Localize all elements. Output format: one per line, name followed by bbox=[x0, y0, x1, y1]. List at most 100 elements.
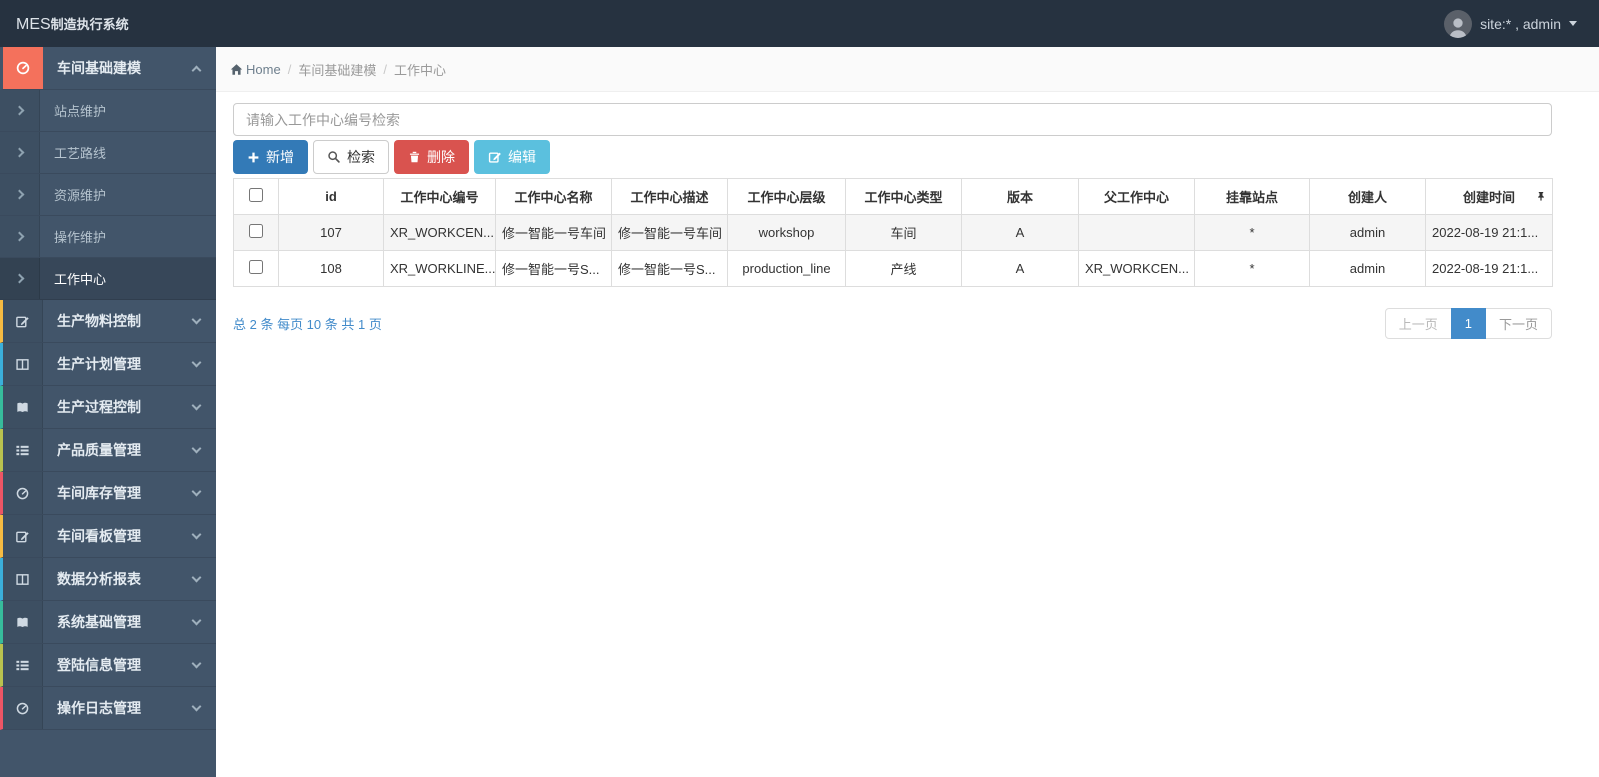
sidebar-item-label: 车间库存管理 bbox=[57, 485, 141, 501]
sidebar-item-label: 车间看板管理 bbox=[57, 528, 141, 544]
chevron-down-icon bbox=[191, 644, 216, 686]
sidebar-item-label: 生产过程控制 bbox=[57, 399, 141, 415]
chevron-down-icon bbox=[191, 472, 216, 514]
edit-icon bbox=[488, 152, 501, 163]
column-header-id: id bbox=[278, 178, 384, 215]
cell-code: XR_WORKLINE... bbox=[383, 250, 496, 287]
user-menu[interactable]: site:* , admin bbox=[1444, 9, 1599, 38]
sidebar-item-inventory-management[interactable]: 车间库存管理 bbox=[0, 472, 216, 515]
cell-type: 产线 bbox=[845, 250, 962, 287]
pin-icon[interactable] bbox=[1536, 189, 1546, 204]
sidebar-item-label: 生产计划管理 bbox=[57, 356, 141, 372]
sidebar-item-quality-management[interactable]: 产品质量管理 bbox=[0, 429, 216, 472]
person-icon bbox=[1449, 17, 1467, 38]
select-all-checkbox[interactable] bbox=[249, 188, 263, 202]
column-header-parent: 父工作中心 bbox=[1078, 178, 1195, 215]
sidebar-subitem-process-route[interactable]: 工艺路线 bbox=[0, 132, 216, 174]
home-icon bbox=[230, 63, 243, 75]
cell-id: 107 bbox=[278, 214, 384, 251]
edit-icon bbox=[3, 515, 43, 557]
column-header-desc: 工作中心描述 bbox=[611, 178, 728, 215]
column-header-creator: 创建人 bbox=[1309, 178, 1426, 215]
search-input[interactable] bbox=[233, 103, 1552, 136]
sidebar-item-label: 产品质量管理 bbox=[57, 442, 141, 458]
chevron-right-icon bbox=[0, 216, 40, 257]
column-header-name: 工作中心名称 bbox=[495, 178, 612, 215]
book-icon bbox=[3, 601, 43, 643]
cell-version: A bbox=[961, 214, 1079, 251]
cell-name: 修一智能一号S... bbox=[495, 250, 612, 287]
delete-button-label: 删除 bbox=[427, 149, 455, 165]
sidebar-item-login-info-management[interactable]: 登陆信息管理 bbox=[0, 644, 216, 687]
breadcrumb-item-workshop-modeling[interactable]: 车间基础建模 bbox=[298, 60, 376, 79]
sidebar-submenu: 站点维护 工艺路线 资源维护 操作维护 工作中心 bbox=[0, 90, 216, 300]
pager: 上一页 1 下一页 bbox=[1384, 308, 1552, 339]
cell-version: A bbox=[961, 250, 1079, 287]
sidebar-item-operation-log-management[interactable]: 操作日志管理 bbox=[0, 687, 216, 730]
dashboard-icon bbox=[3, 472, 43, 514]
sidebar-item-label: 生产物料控制 bbox=[57, 313, 141, 329]
chevron-down-icon bbox=[191, 343, 216, 385]
chevron-right-icon bbox=[0, 258, 40, 299]
app-logo[interactable]: MES制造执行系统 bbox=[0, 14, 216, 34]
sidebar-subitem-label: 资源维护 bbox=[54, 188, 107, 203]
sidebar-item-label: 车间基础建模 bbox=[57, 60, 141, 76]
sidebar-item-workshop-modeling[interactable]: 车间基础建模 bbox=[0, 47, 216, 90]
chevron-down-icon bbox=[191, 687, 216, 729]
user-label: site:* , admin bbox=[1480, 15, 1561, 32]
cell-name: 修一智能一号车间 bbox=[495, 214, 612, 251]
sidebar-item-label: 登陆信息管理 bbox=[57, 657, 141, 673]
cell-creator: admin bbox=[1309, 250, 1426, 287]
chevron-down-icon bbox=[1569, 21, 1577, 26]
sidebar-subitem-resource-maintenance[interactable]: 资源维护 bbox=[0, 174, 216, 216]
column-header-level: 工作中心层级 bbox=[727, 178, 846, 215]
table-header-row: id 工作中心编号 工作中心名称 工作中心描述 工作中心层级 工作中心类型 版本… bbox=[233, 178, 1553, 215]
sidebar-item-board-management[interactable]: 车间看板管理 bbox=[0, 515, 216, 558]
sidebar-subitem-work-center[interactable]: 工作中心 bbox=[0, 258, 216, 300]
sidebar-item-material-control[interactable]: 生产物料控制 bbox=[0, 300, 216, 343]
row-checkbox[interactable] bbox=[249, 224, 263, 238]
breadcrumb: Home / 车间基础建模 / 工作中心 bbox=[216, 47, 1599, 92]
list-icon bbox=[3, 429, 43, 471]
row-checkbox[interactable] bbox=[249, 260, 263, 274]
breadcrumb-home-label: Home bbox=[246, 61, 281, 77]
sidebar-subitem-station-maintenance[interactable]: 站点维护 bbox=[0, 90, 216, 132]
cell-parent: XR_WORKCEN... bbox=[1078, 250, 1195, 287]
sidebar-item-data-analysis-report[interactable]: 数据分析报表 bbox=[0, 558, 216, 601]
cell-created: 2022-08-19 21:1... bbox=[1425, 250, 1553, 287]
book-icon bbox=[3, 386, 43, 428]
cell-station: * bbox=[1194, 250, 1310, 287]
edit-button-label: 编辑 bbox=[508, 149, 536, 165]
search-button-label: 检索 bbox=[347, 149, 375, 165]
work-center-table: id 工作中心编号 工作中心名称 工作中心描述 工作中心层级 工作中心类型 版本… bbox=[233, 178, 1553, 287]
chevron-down-icon bbox=[191, 558, 216, 600]
chevron-down-icon bbox=[191, 429, 216, 471]
plus-icon bbox=[248, 152, 259, 162]
sidebar-item-label: 数据分析报表 bbox=[57, 571, 141, 587]
next-page-button[interactable]: 下一页 bbox=[1484, 308, 1552, 339]
add-button[interactable]: 新增 bbox=[233, 140, 308, 174]
sidebar-item-plan-management[interactable]: 生产计划管理 bbox=[0, 343, 216, 386]
table-row: 108 XR_WORKLINE... 修一智能一号S... 修一智能一号S...… bbox=[233, 250, 1553, 287]
search-button[interactable]: 检索 bbox=[313, 140, 389, 174]
breadcrumb-item-work-center: 工作中心 bbox=[393, 62, 446, 78]
column-header-station: 挂靠站点 bbox=[1194, 178, 1310, 215]
column-header-version: 版本 bbox=[961, 178, 1079, 215]
sidebar: 车间基础建模 站点维护 工艺路线 资源维护 操作维护 工作中心 生产物料控制 生… bbox=[0, 47, 216, 777]
delete-button[interactable]: 删除 bbox=[394, 140, 469, 174]
dashboard-icon bbox=[3, 687, 43, 729]
search-icon bbox=[328, 151, 340, 163]
breadcrumb-separator: / bbox=[383, 61, 387, 77]
sidebar-subitem-operation-maintenance[interactable]: 操作维护 bbox=[0, 216, 216, 258]
prev-page-button[interactable]: 上一页 bbox=[1384, 308, 1452, 339]
breadcrumb-home-link[interactable]: Home bbox=[230, 62, 281, 77]
topbar: MES制造执行系统 site:* , admin bbox=[0, 0, 1599, 47]
page-1-button[interactable]: 1 bbox=[1450, 308, 1486, 339]
cell-station: * bbox=[1194, 214, 1310, 251]
sidebar-item-process-control[interactable]: 生产过程控制 bbox=[0, 386, 216, 429]
edit-button[interactable]: 编辑 bbox=[474, 140, 550, 174]
cell-parent bbox=[1078, 214, 1195, 251]
sidebar-subitem-label: 工作中心 bbox=[54, 272, 107, 287]
chevron-right-icon bbox=[0, 90, 40, 131]
sidebar-item-system-management[interactable]: 系统基础管理 bbox=[0, 601, 216, 644]
